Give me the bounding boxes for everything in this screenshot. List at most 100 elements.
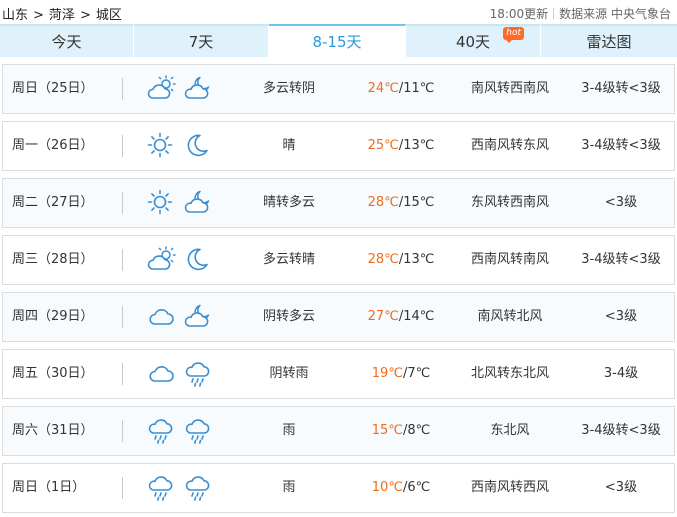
high-temp: 27℃ (367, 309, 399, 324)
row-divider (122, 249, 123, 271)
low-temp: /11℃ (398, 81, 435, 96)
breadcrumb: 山东 > 菏泽 > 城区 (2, 4, 122, 23)
breadcrumb-item-province[interactable]: 山东 (2, 4, 28, 23)
forecast-date: 周一（26日） (12, 138, 94, 153)
high-temp: 19℃ (371, 366, 403, 381)
low-temp: /13℃ (398, 252, 435, 267)
temperature: 27℃/14℃ (351, 293, 451, 341)
low-temp: /8℃ (402, 423, 431, 438)
breadcrumb-item-city[interactable]: 菏泽 (49, 4, 75, 23)
row-divider (122, 192, 123, 214)
update-time: 18:00更新 (489, 7, 549, 21)
wind-direction: 西南风转西风 (470, 480, 549, 495)
wind-level: <3级 (604, 309, 638, 324)
row-divider (122, 420, 123, 442)
tab-label: 7天 (188, 33, 214, 51)
wind-direction: 西南风转东风 (470, 138, 549, 153)
wind-level: 3-4级 (603, 366, 639, 381)
forecast-date: 周日（1日） (12, 480, 86, 495)
high-temp: 15℃ (371, 423, 403, 438)
weather-desc: 多云转阴 (262, 81, 315, 96)
breadcrumb-item-district[interactable]: 城区 (96, 4, 122, 23)
weather-desc: 多云转晴 (262, 252, 315, 267)
row-divider (122, 135, 123, 157)
update-meta: 18:00更新 数据来源 中央气象台 (490, 5, 671, 22)
wind-direction: 北风转东北风 (470, 366, 549, 381)
wind-direction: 西南风转南风 (470, 252, 549, 267)
forecast-date: 周日（25日） (12, 81, 94, 96)
temperature: 25℃/13℃ (351, 122, 451, 170)
tab-label: 今天 (51, 33, 82, 51)
wind-direction: 南风转西南风 (470, 81, 549, 96)
forecast-date: 周二（27日） (12, 195, 94, 210)
forecast-date: 周五（30日） (12, 366, 94, 381)
weather-icons (147, 236, 219, 284)
hot-badge: hot (503, 27, 524, 43)
low-temp: /13℃ (398, 138, 435, 153)
wind-level: 3-4级转<3级 (581, 81, 661, 96)
weather-icons (147, 464, 219, 512)
weather-desc: 雨 (282, 480, 296, 495)
forecast-row: 周六（31日） 雨 15℃/8℃ 东北风 3-4级转<3级 (2, 406, 675, 456)
high-temp: 25℃ (367, 138, 399, 153)
high-temp: 10℃ (371, 480, 403, 495)
weather-icons (147, 65, 219, 113)
tab-7days[interactable]: 7天 (134, 24, 269, 57)
wind-level: 3-4级转<3级 (581, 138, 661, 153)
tab-label: 40天 (455, 33, 491, 51)
row-divider (122, 78, 123, 100)
weather-icons (147, 350, 219, 398)
tab-8-15days[interactable]: 8-15天 (269, 24, 406, 57)
high-temp: 28℃ (367, 252, 399, 267)
wind-level: <3级 (604, 195, 638, 210)
forecast-date: 周六（31日） (12, 423, 94, 438)
temperature: 28℃/13℃ (351, 236, 451, 284)
meta-divider (553, 8, 555, 19)
weather-desc: 雨 (282, 423, 296, 438)
weather-icons (147, 179, 219, 227)
temperature: 10℃/6℃ (351, 464, 451, 512)
forecast-tabs: 今天 7天 8-15天 40天 hot 雷达图 (0, 24, 677, 57)
tab-today[interactable]: 今天 (0, 24, 134, 57)
temperature: 24℃/11℃ (351, 65, 451, 113)
forecast-date: 周三（28日） (12, 252, 94, 267)
weather-desc: 阴转多云 (262, 309, 315, 324)
forecast-row: 周五（30日） 阴转雨 19℃/7℃ 北风转东北风 3-4级 (2, 349, 675, 399)
high-temp: 28℃ (367, 195, 399, 210)
tab-label: 8-15天 (312, 33, 362, 51)
tab-label: 雷达图 (586, 33, 632, 51)
forecast-row: 周二（27日） 晴转多云 28℃/15℃ 东风转西南风 <3级 (2, 178, 675, 228)
temperature: 19℃/7℃ (351, 350, 451, 398)
weather-desc: 晴转多云 (262, 195, 315, 210)
weather-icons (147, 293, 219, 341)
low-temp: /6℃ (402, 480, 431, 495)
forecast-date: 周四（29日） (12, 309, 94, 324)
row-divider (122, 306, 123, 328)
top-bar: 山东 > 菏泽 > 城区 18:00更新 数据来源 中央气象台 (0, 0, 677, 24)
forecast-row: 周日（25日） 多云转阴 24℃/11℃ 南风转西南风 3-4级转<3级 (2, 64, 675, 114)
low-temp: /7℃ (402, 366, 431, 381)
breadcrumb-separator: > (33, 8, 44, 23)
wind-direction: 东北风 (490, 423, 530, 438)
weather-icons (147, 122, 219, 170)
weather-desc: 阴转雨 (269, 366, 309, 381)
forecast-row: 周日（1日） 雨 10℃/6℃ 西南风转西风 <3级 (2, 463, 675, 513)
wind-direction: 东风转西南风 (470, 195, 549, 210)
tab-radar[interactable]: 雷达图 (541, 24, 677, 57)
forecast-row: 周三（28日） 多云转晴 28℃/13℃ 西南风转南风 3-4级转<3级 (2, 235, 675, 285)
weather-icons (147, 407, 219, 455)
breadcrumb-separator: > (79, 8, 91, 23)
temperature: 28℃/15℃ (351, 179, 451, 227)
wind-level: 3-4级转<3级 (581, 423, 661, 438)
wind-direction: 南风转北风 (477, 309, 543, 324)
row-divider (122, 363, 123, 385)
forecast-row: 周四（29日） 阴转多云 27℃/14℃ 南风转北风 <3级 (2, 292, 675, 342)
tab-40days[interactable]: 40天 hot (406, 24, 541, 57)
low-temp: /14℃ (398, 309, 435, 324)
wind-level: <3级 (604, 480, 638, 495)
high-temp: 24℃ (367, 81, 399, 96)
data-source: 数据来源 中央气象台 (559, 7, 671, 21)
temperature: 15℃/8℃ (351, 407, 451, 455)
low-temp: /15℃ (398, 195, 435, 210)
wind-level: 3-4级转<3级 (581, 252, 661, 267)
